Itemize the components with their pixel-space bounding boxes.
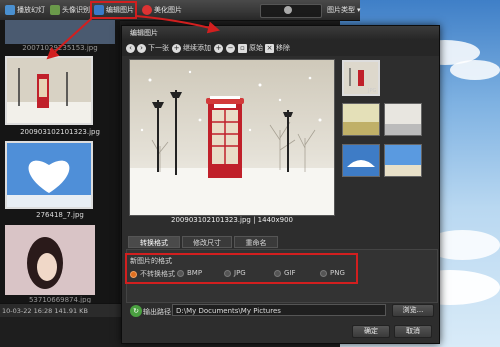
annotation-arrows xyxy=(46,15,220,60)
arrow-to-dialog xyxy=(135,15,220,34)
arrow-to-thumbnail xyxy=(46,17,93,60)
